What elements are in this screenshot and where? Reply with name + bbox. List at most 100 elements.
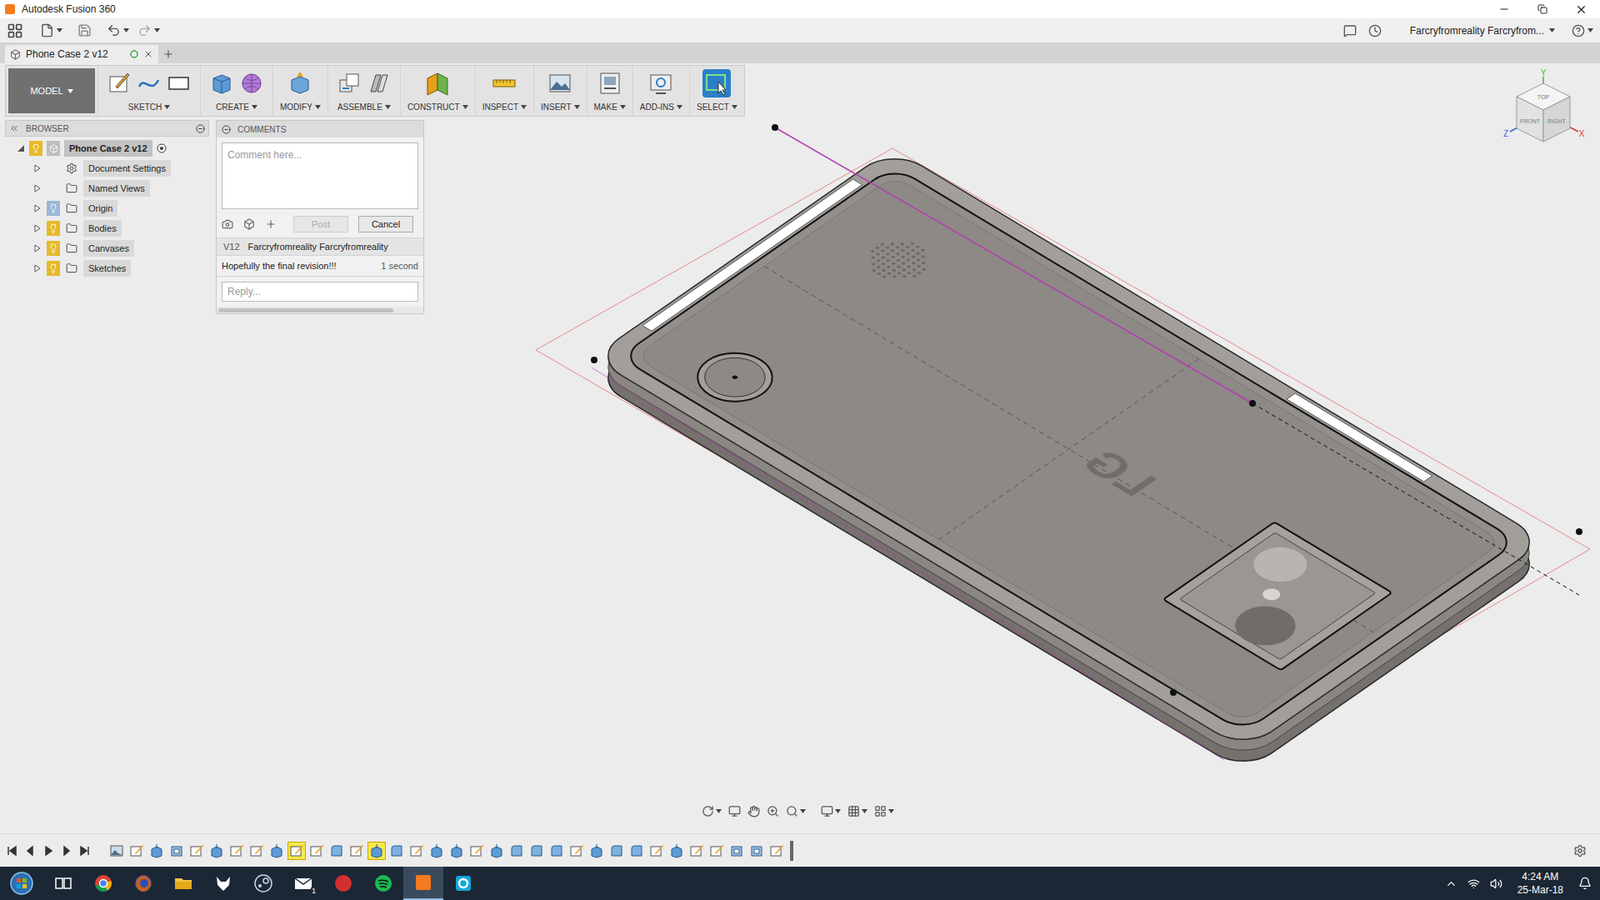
timeline-sketch[interactable] [188, 842, 205, 860]
workspace-switcher[interactable]: MODEL [8, 68, 95, 114]
visibility-toggle[interactable] [46, 260, 60, 276]
viewport[interactable]: LGYXZTOPFRONTRIGHTMODELSKETCHCREATEMODIF… [0, 63, 1600, 834]
job-status-button[interactable] [1343, 24, 1357, 38]
explorer-taskbar-app[interactable] [163, 866, 204, 900]
browser-item[interactable]: Sketches [5, 258, 210, 279]
sketch-tool[interactable] [105, 69, 134, 98]
fit-button[interactable] [785, 805, 806, 818]
collapse-icon[interactable] [16, 144, 25, 153]
timeline-sketch[interactable] [228, 842, 245, 860]
timeline-extrude[interactable] [448, 842, 465, 860]
add-point-button[interactable] [265, 218, 277, 230]
joint-tool[interactable] [365, 69, 394, 98]
timeline-sketch[interactable] [708, 842, 725, 860]
grid-settings-button[interactable] [847, 805, 868, 818]
timeline-sketch[interactable] [468, 842, 485, 860]
capture-image-button[interactable] [221, 218, 234, 230]
rectangle-tool[interactable] [165, 69, 194, 98]
visibility-toggle[interactable] [46, 240, 60, 256]
view-cube[interactable]: YXZTOPFRONTRIGHT [1501, 68, 1585, 155]
close-button[interactable] [1561, 0, 1600, 19]
user-menu[interactable]: Farcryfromreality Farcryfrom... [1410, 23, 1555, 39]
show-hidden-icons-button[interactable] [1445, 877, 1458, 890]
expand-icon[interactable] [33, 224, 42, 233]
history-button[interactable] [1368, 24, 1382, 38]
timeline-shell[interactable] [748, 842, 765, 860]
playback-icon[interactable] [6, 845, 17, 856]
playback-icon[interactable] [61, 845, 72, 856]
timeline-fillet[interactable] [508, 842, 525, 860]
toolbar-group[interactable]: INSPECT [475, 65, 534, 116]
plane-tool[interactable] [423, 69, 452, 98]
timeline-extrude[interactable] [268, 842, 285, 860]
toolbar-group[interactable]: ADD-INS [632, 65, 690, 116]
timeline-fillet[interactable] [388, 842, 405, 860]
red-taskbar-app[interactable] [323, 866, 364, 900]
addins-tool[interactable] [646, 69, 675, 98]
spotify-taskbar-app[interactable] [363, 866, 404, 900]
component-tool[interactable] [335, 69, 364, 98]
toolbar-group[interactable]: SELECT [689, 65, 745, 116]
timeline-sketch[interactable] [348, 842, 365, 860]
timeline-shell[interactable] [728, 842, 745, 860]
timeline-sketch[interactable] [688, 842, 705, 860]
playback-icon[interactable] [25, 845, 35, 856]
browser-item[interactable]: Canvases [5, 238, 210, 259]
zoom-button[interactable] [766, 805, 780, 818]
toolbar-group[interactable]: SKETCH [97, 65, 200, 116]
toolbar-group[interactable]: CONSTRUCT [400, 65, 475, 116]
cyan-taskbar-app[interactable] [443, 866, 484, 900]
measure-tool[interactable] [490, 69, 519, 98]
network-icon[interactable] [1467, 877, 1480, 890]
help-button[interactable] [1571, 24, 1594, 38]
orbit-button[interactable] [701, 805, 722, 818]
timeline-extrude[interactable] [208, 842, 225, 860]
clock[interactable]: 4:24 AM25-Mar-18 [1512, 870, 1569, 897]
redo-button[interactable] [137, 23, 160, 38]
minimize-button[interactable] [1485, 0, 1524, 19]
display-settings-button[interactable] [820, 805, 841, 818]
browser-item[interactable]: Named Views [5, 178, 210, 199]
reply-input[interactable]: Reply... [221, 281, 419, 302]
close-tab-button[interactable] [143, 49, 154, 60]
active-component-icon[interactable] [156, 143, 167, 154]
data-panel-button[interactable] [6, 22, 24, 40]
horizontal-scrollbar[interactable] [216, 306, 424, 314]
timeline-fillet[interactable] [608, 842, 625, 860]
toolbar-group[interactable]: CREATE [200, 65, 273, 116]
timeline-fillet[interactable] [328, 842, 345, 860]
cancel-button[interactable]: Cancel [358, 215, 414, 233]
toolbar-group[interactable]: ASSEMBLE [327, 65, 400, 116]
undo-button[interactable] [106, 23, 130, 38]
playback-icon[interactable] [43, 845, 54, 856]
timeline-sketch[interactable] [408, 842, 425, 860]
select-tool[interactable] [702, 69, 731, 98]
browser-item[interactable]: Bodies [5, 218, 210, 239]
expand-icon[interactable] [33, 164, 42, 173]
chrome-taskbar-app[interactable] [83, 866, 124, 900]
collapse-browser-button[interactable] [195, 124, 205, 134]
new-tab-button[interactable] [158, 45, 179, 64]
expand-icon[interactable] [33, 204, 42, 213]
line-tool[interactable] [135, 69, 164, 98]
taskview-taskbar-app[interactable] [43, 866, 84, 900]
pan-button[interactable] [747, 805, 760, 818]
timeline-extrude[interactable] [668, 842, 685, 860]
steam-taskbar-app[interactable] [243, 866, 284, 900]
playback-icon[interactable] [80, 845, 90, 856]
timeline-sketch[interactable] [308, 842, 325, 860]
form-tool[interactable] [237, 69, 266, 98]
image-tool[interactable] [545, 69, 575, 98]
timeline-fillet[interactable] [628, 842, 645, 860]
timeline-fillet[interactable] [548, 842, 565, 860]
toolbar-group[interactable]: MODIFY [272, 65, 328, 116]
timeline-sketch[interactable] [648, 842, 665, 860]
expand-icon[interactable] [33, 244, 42, 253]
look-at-button[interactable] [728, 805, 741, 818]
capture-view-button[interactable] [243, 218, 255, 230]
volume-icon[interactable] [1490, 877, 1503, 890]
timeline-marker[interactable] [790, 840, 794, 861]
fox-taskbar-app[interactable] [203, 866, 244, 900]
browser-item[interactable]: Document Settings [5, 158, 210, 179]
save-button[interactable] [77, 23, 92, 38]
